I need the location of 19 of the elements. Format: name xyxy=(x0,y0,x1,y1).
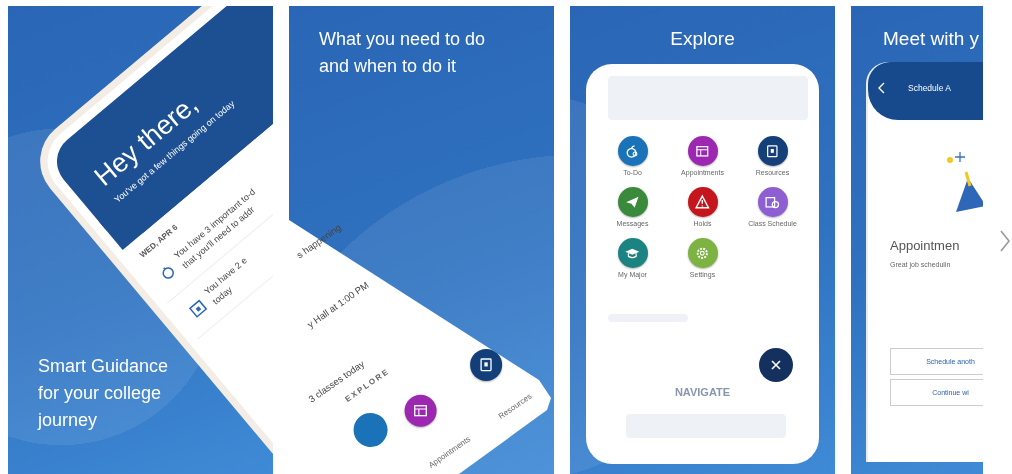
tile-circle[interactable] xyxy=(757,187,788,218)
tile-circle[interactable] xyxy=(687,136,718,166)
tile-circle[interactable] xyxy=(617,238,648,269)
confirmation-heading: Appointmen xyxy=(890,238,961,253)
screen-title: Schedule A xyxy=(908,83,951,93)
tile-circle[interactable] xyxy=(687,238,718,269)
panel-title: Meet with y xyxy=(882,27,981,50)
tile-circle[interactable] xyxy=(687,187,718,218)
caption-text: Smart Guidance for your college journey xyxy=(38,355,170,432)
caption-text: What you need to do and when to do it xyxy=(319,28,487,78)
navigate-label: NAVIGATE xyxy=(673,386,732,398)
reminder-text: y Hall at 1:00 PM xyxy=(305,279,371,330)
panel-title: Explore xyxy=(669,27,736,50)
tile-circle[interactable] xyxy=(617,187,648,218)
back-icon[interactable] xyxy=(878,82,886,94)
tile-circle[interactable] xyxy=(757,136,788,166)
close-button[interactable] xyxy=(759,348,793,382)
tile-circle[interactable] xyxy=(617,136,648,166)
close-icon xyxy=(770,359,782,371)
